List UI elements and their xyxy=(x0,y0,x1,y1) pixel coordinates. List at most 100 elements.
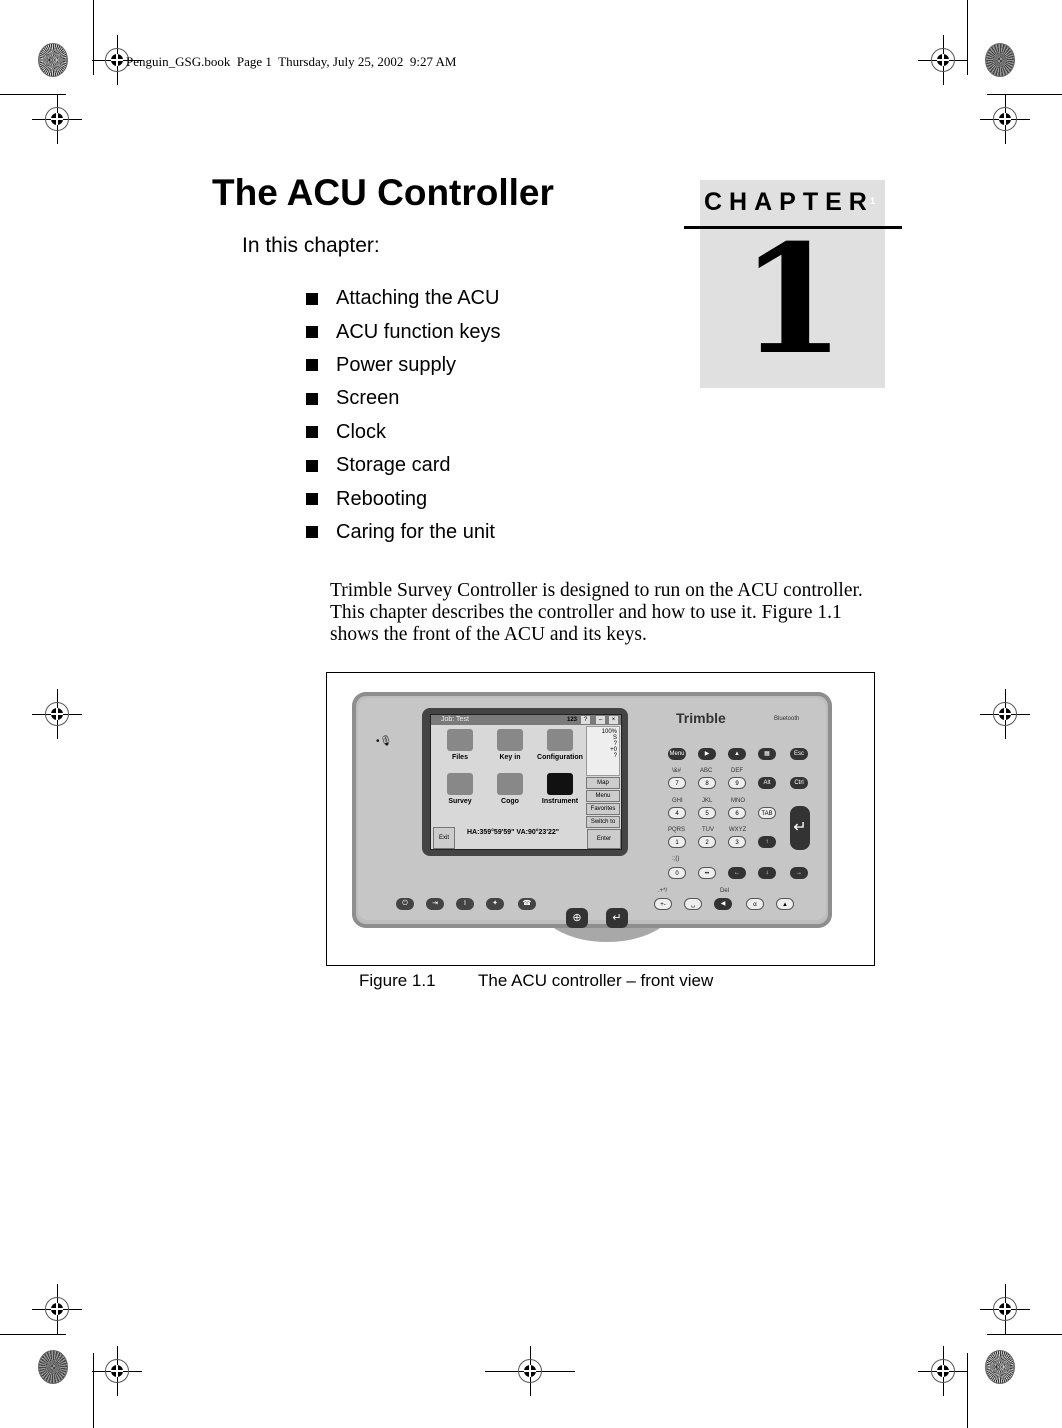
menu-key: Menu xyxy=(668,748,686,760)
key-9: 9 xyxy=(728,777,746,789)
input-mode: 123 xyxy=(567,717,578,723)
square-bullet-icon xyxy=(306,526,318,539)
exit-button: Exit xyxy=(433,827,455,849)
app-files: Files xyxy=(435,729,485,761)
square-bullet-icon xyxy=(306,292,318,305)
square-bullet-icon xyxy=(306,359,318,372)
color-bar-icon xyxy=(985,43,1015,77)
enter-key: ↵ xyxy=(790,806,810,850)
print-slug: Penguin_GSG.book Page 1 Thursday, July 2… xyxy=(126,54,457,69)
menu-button: Menu xyxy=(586,790,620,802)
key-label: JKL xyxy=(702,798,713,804)
color-bar-icon xyxy=(985,1350,1015,1384)
up-arrow-key: ↑ xyxy=(758,836,776,848)
grid-key: ▦ xyxy=(758,748,776,760)
square-bullet-icon xyxy=(306,493,318,506)
app-key-in: Key in xyxy=(485,729,535,761)
list-item: Storage card xyxy=(306,449,501,482)
key-label: GHI xyxy=(672,798,683,804)
left-arrow-key: ← xyxy=(728,867,746,879)
tab-key: TAB xyxy=(758,807,776,819)
microphone-icon: •🎙 xyxy=(376,736,393,747)
key-3: 3 xyxy=(728,836,746,848)
space-key: ␣ xyxy=(684,898,702,910)
play-key: ▶ xyxy=(698,748,716,760)
crop-line xyxy=(967,0,968,75)
key-label: PQRS xyxy=(668,827,686,833)
trimble-logo: Trimble xyxy=(676,710,726,726)
job-title: Job: Test xyxy=(441,716,469,723)
figure-caption: Figure 1.1 The ACU controller – front vie… xyxy=(359,971,713,991)
key-label: WXYZ xyxy=(729,827,747,833)
key-0: 0 xyxy=(668,867,686,879)
phone-key: ☎ xyxy=(518,898,536,910)
screen-titlebar: Job: Test 123 ? – × xyxy=(431,715,621,725)
app-instrument: Instrument xyxy=(535,773,585,805)
key-label: MNO xyxy=(731,798,745,804)
key-6: 6 xyxy=(728,807,746,819)
key-label: :;() xyxy=(672,856,680,862)
list-item: Attaching the ACU xyxy=(306,282,501,315)
angle-readout: HA:359°59'59" VA:90°23'22" xyxy=(467,829,560,836)
key-label: DEF xyxy=(731,768,743,774)
key-2: 2 xyxy=(698,836,716,848)
chapter-superscript: 1 xyxy=(870,196,876,206)
chapter-topics-list: Attaching the ACU ACU function keys Powe… xyxy=(306,282,501,549)
figure-caption-text: The ACU controller – front view xyxy=(478,971,714,990)
shift-key: ▲ xyxy=(776,898,794,910)
chapter-title: The ACU Controller xyxy=(212,172,554,213)
key-label: TUV xyxy=(702,827,714,833)
instrument-icon xyxy=(547,773,573,795)
crop-line xyxy=(967,1353,968,1428)
plus-minus-key: +- xyxy=(654,898,672,910)
dot-key: •• xyxy=(698,867,716,879)
power-key: ⏻ xyxy=(396,898,414,910)
esc-key: Esc xyxy=(790,748,808,760)
crop-line xyxy=(93,1353,94,1428)
right-arrow-key: → xyxy=(790,867,808,879)
key-label: Del xyxy=(720,888,730,894)
square-bullet-icon xyxy=(306,326,318,339)
app-configuration: Configuration xyxy=(535,729,585,761)
target-key: ⊕ xyxy=(566,908,588,928)
body-paragraph: Trimble Survey Controller is designed to… xyxy=(330,580,863,645)
delete-key: ◀ xyxy=(714,898,732,910)
crop-line xyxy=(0,1334,66,1335)
key-5: 5 xyxy=(698,807,716,819)
key-label: .+*/ xyxy=(658,888,668,894)
close-button: × xyxy=(609,716,618,724)
compass-icon xyxy=(497,773,523,795)
tab-function-key: ⇥ xyxy=(426,898,444,910)
crop-line xyxy=(987,1334,1062,1335)
surveyor-icon xyxy=(447,773,473,795)
wrench-icon xyxy=(547,729,573,751)
cursor-key: I xyxy=(456,898,474,910)
key-label: ABC xyxy=(700,768,713,774)
help-button: ? xyxy=(581,716,590,724)
square-bullet-icon xyxy=(306,392,318,405)
center-enter-key: ↵ xyxy=(606,908,628,928)
key-8: 8 xyxy=(698,777,716,789)
acu-controller-image: •🎙 Job: Test 123 ? – × Files Key in Conf… xyxy=(352,692,832,942)
list-item: ACU function keys xyxy=(306,315,501,348)
alpha-key: α xyxy=(746,898,764,910)
switch-to-button: Switch to xyxy=(586,816,620,828)
enter-button: Enter xyxy=(587,829,621,849)
figure-label: Figure 1.1 xyxy=(359,971,436,990)
app-survey: Survey xyxy=(435,773,485,805)
map-button: Map xyxy=(586,777,620,789)
square-bullet-icon xyxy=(306,426,318,439)
color-bar-icon xyxy=(38,43,68,77)
device-screen: Job: Test 123 ? – × Files Key in Configu… xyxy=(430,714,622,850)
key-4: 4 xyxy=(668,807,686,819)
list-item: Power supply xyxy=(306,349,501,382)
chapter-intro: In this chapter: xyxy=(242,234,380,257)
alt-key: Alt xyxy=(758,777,776,789)
crop-line xyxy=(987,94,1062,95)
favorites-button: Favorites xyxy=(586,803,620,815)
bluetooth-label: Bluetooth xyxy=(774,716,800,722)
crop-line xyxy=(93,0,94,75)
down-arrow-key: ↓ xyxy=(758,867,776,879)
key-7: 7 xyxy=(668,777,686,789)
minimize-button: – xyxy=(596,716,605,724)
